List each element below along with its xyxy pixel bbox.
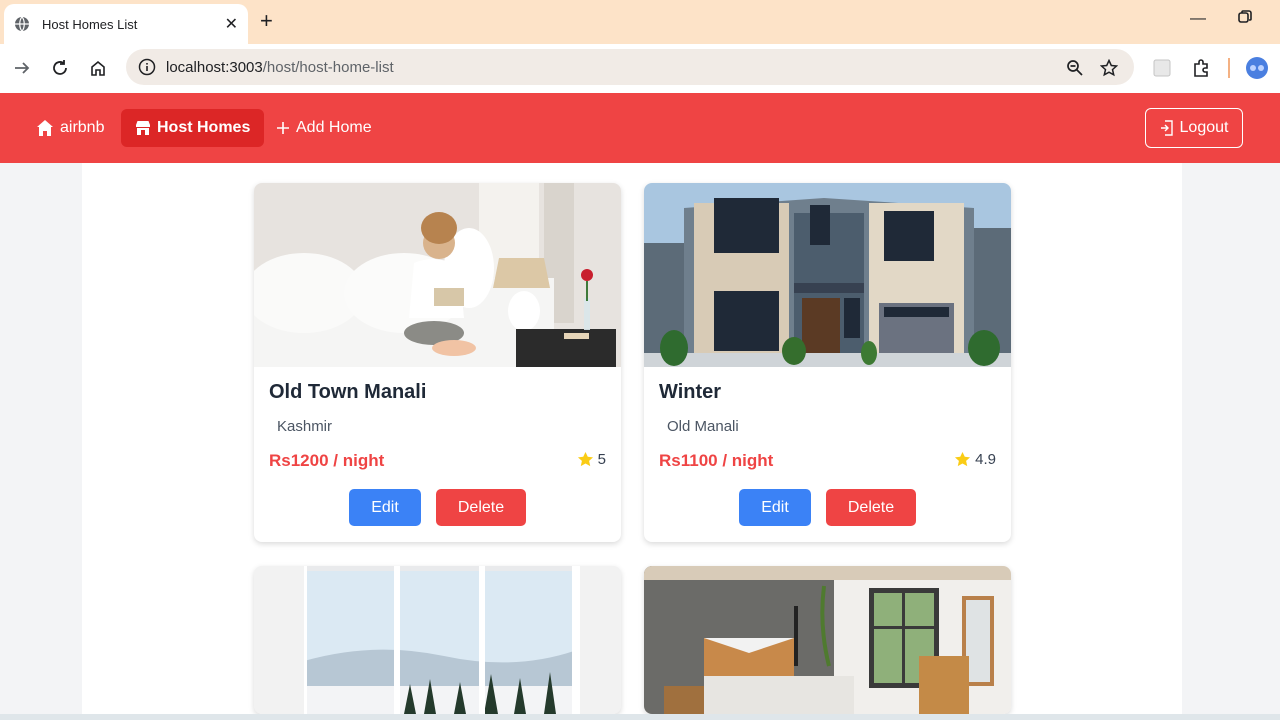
logout-button[interactable]: Logout [1145, 108, 1243, 148]
forward-icon[interactable] [10, 56, 34, 80]
plus-icon [277, 122, 289, 134]
nav-host-homes[interactable]: Host Homes [121, 109, 265, 147]
restore-icon[interactable] [1238, 10, 1252, 29]
rating-value: 5 [597, 451, 606, 468]
app-navbar: airbnb Host Homes Add Home Logout [0, 93, 1280, 163]
home-rating: 4.9 [954, 451, 996, 468]
rating-value: 4.9 [975, 451, 996, 468]
tab-title: Host Homes List [42, 16, 138, 32]
home-photo [254, 183, 621, 367]
home-location: Kashmir [277, 418, 333, 435]
brand-label: airbnb [60, 119, 105, 136]
delete-button[interactable]: Delete [826, 489, 916, 526]
brand-link[interactable]: airbnb [22, 109, 118, 147]
url-text: localhost:3003/host/host-home-list [166, 58, 394, 76]
home-card: Old Town Manali Kashmir Rs1200 / night 5… [254, 183, 621, 542]
browser-tab[interactable]: Host Homes List ✕ [4, 4, 248, 44]
delete-button[interactable]: Delete [436, 489, 526, 526]
zoom-icon[interactable] [1063, 56, 1087, 80]
address-bar[interactable]: localhost:3003/host/host-home-list [126, 49, 1134, 85]
home-icon [37, 120, 53, 136]
home-rating: 5 [577, 451, 606, 468]
home-name: Winter [659, 381, 722, 403]
home-card [254, 566, 621, 714]
home-price: Rs1200 / night [269, 451, 385, 470]
profile-avatar-icon[interactable] [1245, 56, 1269, 80]
home-card: Winter Old Manali Rs1100 / night 4.9 Edi… [644, 183, 1011, 542]
store-icon [136, 121, 150, 135]
home-photo [254, 566, 621, 714]
home-name: Old Town Manali [269, 381, 427, 403]
logout-label: Logout [1179, 119, 1229, 136]
new-tab-button[interactable]: + [260, 10, 273, 32]
main-container [82, 163, 1182, 720]
home-price: Rs1100 / night [659, 451, 774, 470]
star-icon [955, 451, 971, 467]
edit-button[interactable]: Edit [349, 489, 421, 526]
globe-icon [15, 16, 29, 32]
nav-add-home[interactable]: Add Home [262, 109, 386, 147]
bookmark-star-icon[interactable] [1097, 56, 1121, 80]
home-photo [644, 183, 1011, 367]
browser-toolbar: localhost:3003/host/host-home-list [0, 44, 1280, 92]
toolbar-divider [1228, 58, 1230, 78]
edit-button[interactable]: Edit [739, 489, 811, 526]
home-location: Old Manali [667, 418, 739, 435]
extension-square-icon[interactable] [1150, 56, 1174, 80]
home-icon[interactable] [86, 56, 110, 80]
star-icon [577, 451, 593, 467]
nav-add-home-label: Add Home [296, 119, 372, 136]
home-card [644, 566, 1011, 714]
minimize-icon[interactable]: — [1190, 10, 1206, 28]
bottom-scroll-edge [0, 714, 1280, 720]
nav-host-homes-label: Host Homes [157, 119, 251, 136]
site-info-icon[interactable] [138, 58, 156, 76]
logout-icon [1160, 120, 1173, 136]
browser-tab-bar: Host Homes List ✕ + — [0, 0, 1280, 44]
close-tab-icon[interactable]: ✕ [225, 14, 238, 34]
extensions-puzzle-icon[interactable] [1190, 56, 1214, 80]
reload-icon[interactable] [48, 56, 72, 80]
home-photo [644, 566, 1011, 714]
